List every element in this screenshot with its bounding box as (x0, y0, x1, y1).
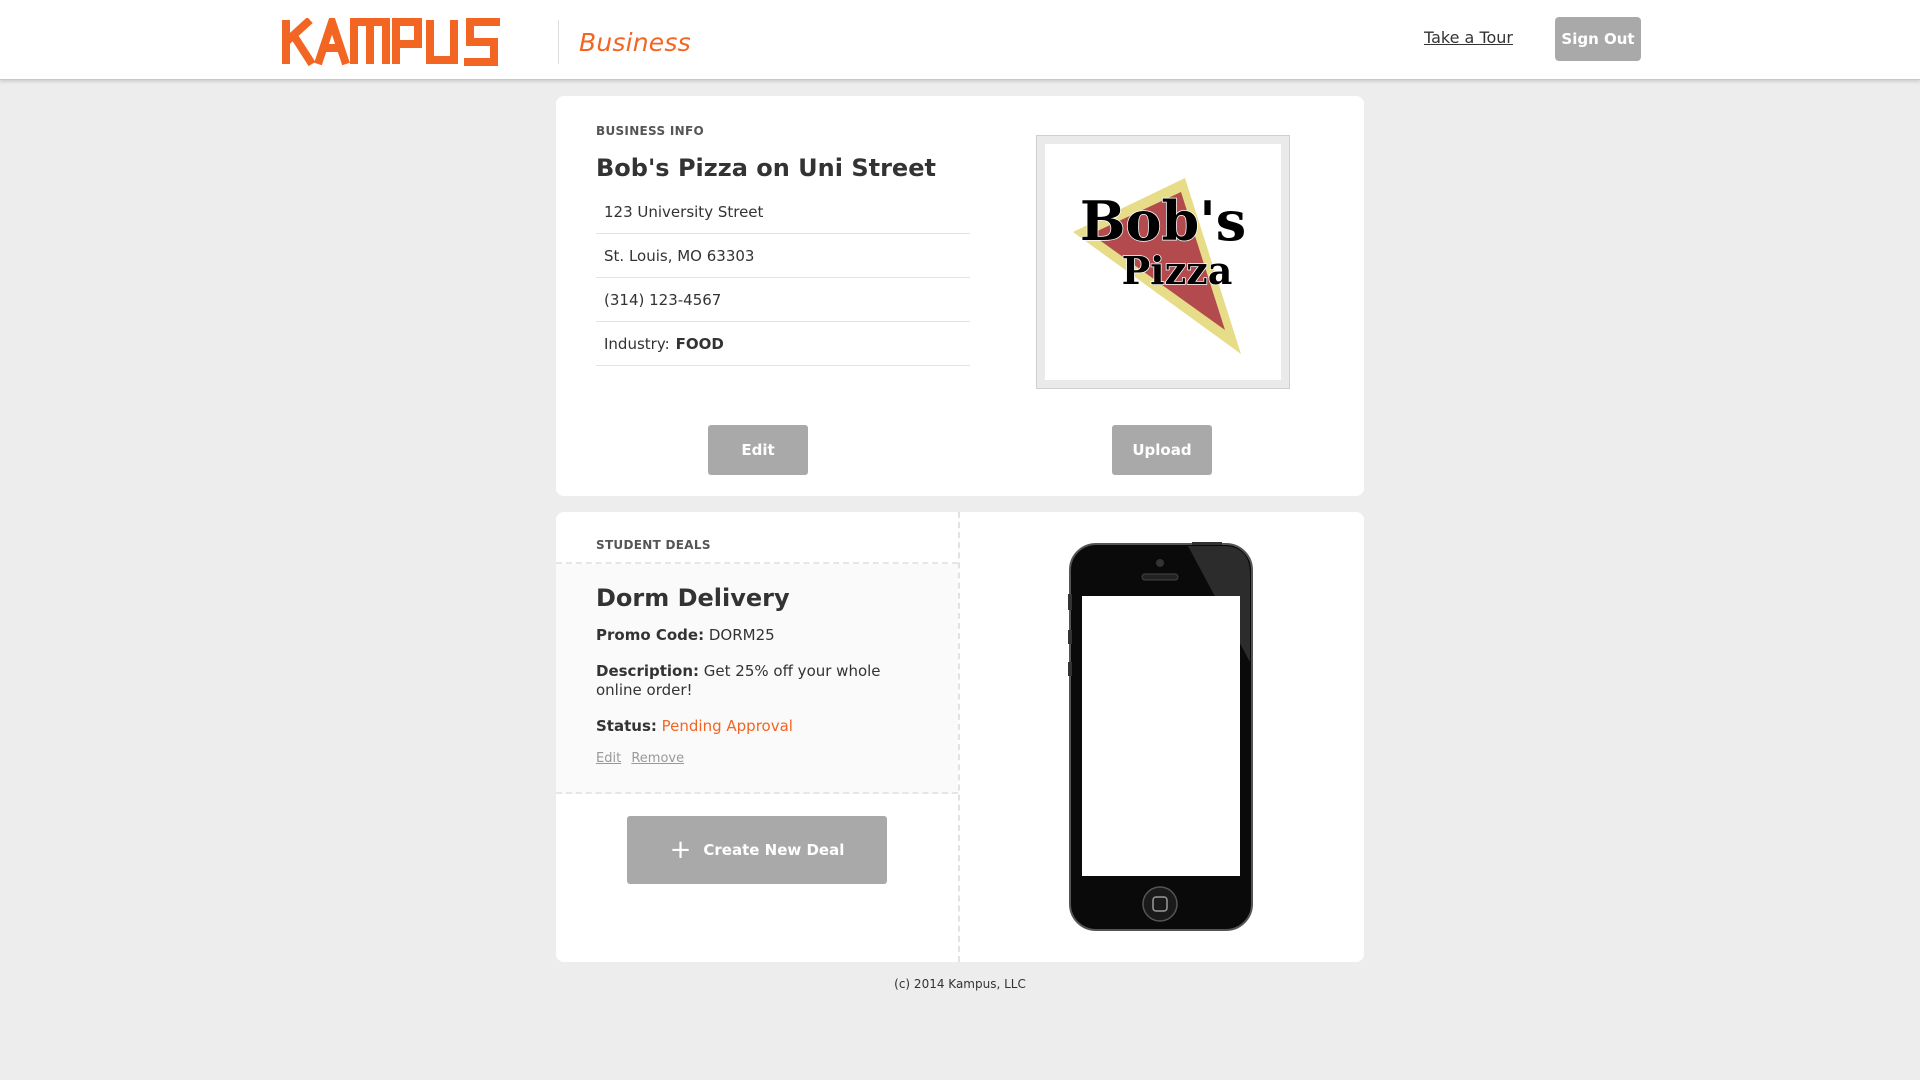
business-info-card: BUSINESS INFO Bob's Pizza on Uni Street … (556, 96, 1364, 496)
address-line-2: St. Louis, MO 63303 (596, 234, 970, 278)
footer-copyright: (c) 2014 Kampus, LLC (894, 977, 1026, 991)
phone-text: (314) 123-4567 (604, 290, 722, 309)
status-badge: Pending Approval (661, 717, 793, 735)
remove-deal-link[interactable]: Remove (631, 751, 684, 766)
industry-label: Industry: (604, 334, 670, 353)
brand: Business (280, 18, 691, 66)
deal-description: Description: Get 25% off your whole onli… (596, 662, 918, 700)
deal-status: Status: Pending Approval (596, 717, 918, 736)
deal-actions: Edit Remove (596, 751, 918, 766)
status-label: Status: (596, 717, 657, 735)
logo-word-bobs: Bob's (1080, 189, 1246, 253)
business-info-label: BUSINESS INFO (596, 124, 704, 138)
plus-icon: + (669, 835, 692, 865)
business-logo-image: Bob's Pizza (1036, 135, 1290, 389)
student-deals-card: STUDENT DEALS Dorm Delivery Promo Code: … (556, 512, 1364, 962)
upload-logo-button[interactable]: Upload (1112, 425, 1212, 475)
promo-code-label: Promo Code: (596, 626, 705, 644)
sign-out-button[interactable]: Sign Out (1555, 17, 1641, 61)
top-header: Business Take a Tour Sign Out (0, 0, 1920, 80)
logo-word-pizza: Pizza (1122, 248, 1233, 293)
edit-business-button[interactable]: Edit (708, 425, 808, 475)
phone-row: (314) 123-4567 (596, 278, 970, 322)
industry-row: Industry: FOOD (596, 322, 970, 366)
business-info-details: BUSINESS INFO Bob's Pizza on Uni Street … (596, 124, 970, 366)
business-name: Bob's Pizza on Uni Street (596, 154, 936, 182)
address-line-1: 123 University Street (596, 190, 970, 234)
address-line-1-text: 123 University Street (604, 202, 764, 221)
address-line-2-text: St. Louis, MO 63303 (604, 246, 755, 265)
deal-item: Dorm Delivery Promo Code: DORM25 Descrip… (556, 564, 958, 794)
deals-header: STUDENT DEALS (556, 512, 958, 564)
phone-preview (1068, 542, 1254, 936)
student-deals-label: STUDENT DEALS (596, 538, 711, 552)
industry-value: FOOD (675, 334, 724, 353)
logo-divider (558, 20, 559, 64)
deal-title: Dorm Delivery (596, 584, 790, 612)
smartphone-icon (1068, 542, 1253, 931)
promo-code-value: DORM25 (708, 626, 775, 644)
create-new-deal-button[interactable]: + Create New Deal (627, 816, 887, 884)
kampus-logo[interactable] (280, 18, 532, 66)
create-new-deal-label: Create New Deal (703, 841, 845, 859)
deal-promo-code: Promo Code: DORM25 (596, 626, 918, 645)
edit-deal-link[interactable]: Edit (596, 751, 621, 766)
deals-list-panel: STUDENT DEALS Dorm Delivery Promo Code: … (556, 512, 960, 962)
business-subtitle: Business (579, 27, 691, 57)
description-label: Description: (596, 662, 700, 680)
take-a-tour-link[interactable]: Take a Tour (1424, 28, 1513, 47)
